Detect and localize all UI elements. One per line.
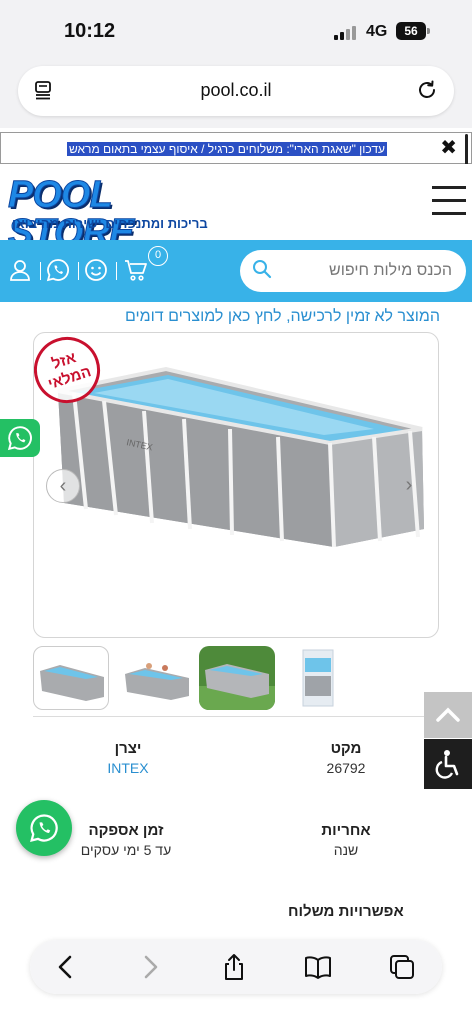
logo-tagline: בריכות ומתנפחים ישירות מהיבואן xyxy=(12,216,208,231)
reload-icon[interactable] xyxy=(416,79,438,101)
battery-icon: 56 xyxy=(396,22,430,40)
shipping-options-heading: אפשרויות משלוח xyxy=(288,903,404,920)
whatsapp-icon xyxy=(30,814,58,843)
spec-supply-time: זמן אספקה עד 5 ימי עסקים xyxy=(56,822,196,858)
whatsapp-icon xyxy=(7,426,32,451)
toolbar-icons: 0 xyxy=(8,246,168,286)
cart-icon[interactable] xyxy=(124,258,148,282)
smile-icon[interactable] xyxy=(84,258,108,282)
thumbnail-3[interactable] xyxy=(199,646,275,710)
cart-count-badge[interactable]: 0 xyxy=(148,246,168,266)
hamburger-menu-icon[interactable] xyxy=(432,186,466,216)
thumbnail-strip xyxy=(33,646,439,710)
thumbnail-1[interactable] xyxy=(33,646,109,710)
browser-bottom-toolbar xyxy=(30,940,442,994)
thumbnail-4[interactable] xyxy=(285,646,361,710)
url-text[interactable]: pool.co.il xyxy=(18,80,454,101)
whatsapp-chat-button[interactable] xyxy=(16,800,72,856)
browser-url-area: pool.co.il xyxy=(0,62,472,128)
search-icon[interactable] xyxy=(252,259,272,279)
whatsapp-icon[interactable] xyxy=(46,258,70,282)
logo[interactable]: POOL STORE בריכות ומתנפחים ישירות מהיבוא… xyxy=(8,176,222,253)
bookmarks-icon[interactable] xyxy=(304,953,332,981)
section-divider xyxy=(33,716,439,717)
gallery-prev-button[interactable]: ‹ xyxy=(46,469,80,503)
url-bar[interactable]: pool.co.il xyxy=(18,66,454,116)
status-time: 10:12 xyxy=(64,20,116,42)
announcement-bar: עדכון "שאגת הארי": משלוחים כרגיל / איסוף… xyxy=(0,132,472,164)
toolbar: 0 הכנס מילות חיפוש xyxy=(0,240,472,302)
network-type: 4G xyxy=(366,23,388,40)
unavailable-notice-link[interactable]: המוצר לא זמין לרכישה, לחץ כאן למוצרים דו… xyxy=(125,308,440,326)
spec-manufacturer: יצרן INTEX xyxy=(58,740,198,776)
back-icon[interactable] xyxy=(52,953,80,981)
forward-icon[interactable] xyxy=(136,953,164,981)
spec-sku: מקט 26792 xyxy=(276,740,416,776)
scroll-to-top-button[interactable] xyxy=(424,692,472,738)
product-image-gallery[interactable]: INTEX אזל המלאי ‹ › xyxy=(33,332,439,638)
toolbar-separator xyxy=(40,262,41,280)
spec-label: יצרן xyxy=(114,740,142,757)
signal-icon xyxy=(334,26,360,40)
spec-warranty: אחריות שנה xyxy=(276,822,416,858)
spec-value: עד 5 ימי עסקים xyxy=(80,842,172,858)
chevron-up-icon xyxy=(436,707,460,722)
announcement-text: עדכון "שאגת הארי": משלוחים כרגיל / איסוף… xyxy=(67,142,387,156)
search-input[interactable]: הכנס מילות חיפוש xyxy=(240,250,466,292)
wheelchair-icon xyxy=(435,750,459,779)
spec-value: 26792 xyxy=(326,760,366,776)
accessibility-button[interactable] xyxy=(424,739,472,789)
spec-label: אחריות xyxy=(321,822,371,839)
spec-label: מקט xyxy=(330,740,362,757)
manufacturer-link[interactable]: INTEX xyxy=(58,760,198,776)
status-bar: 10:12 4G 56 xyxy=(0,0,472,62)
search-placeholder: הכנס מילות חיפוש xyxy=(329,262,452,279)
gallery-next-button[interactable]: › xyxy=(392,469,426,503)
close-icon[interactable]: ✖ xyxy=(440,137,457,159)
thumbnail-2[interactable] xyxy=(119,646,195,710)
spec-label: זמן אספקה xyxy=(88,822,164,839)
spec-value: שנה xyxy=(333,842,359,858)
tabs-icon[interactable] xyxy=(388,953,416,981)
toolbar-separator xyxy=(78,262,79,280)
toolbar-separator xyxy=(116,262,117,280)
user-icon[interactable] xyxy=(8,258,32,282)
share-icon[interactable] xyxy=(220,953,248,981)
whatsapp-side-button[interactable] xyxy=(0,419,40,457)
site-header: POOL STORE בריכות ומתנפחים ישירות מהיבוא… xyxy=(0,164,472,253)
